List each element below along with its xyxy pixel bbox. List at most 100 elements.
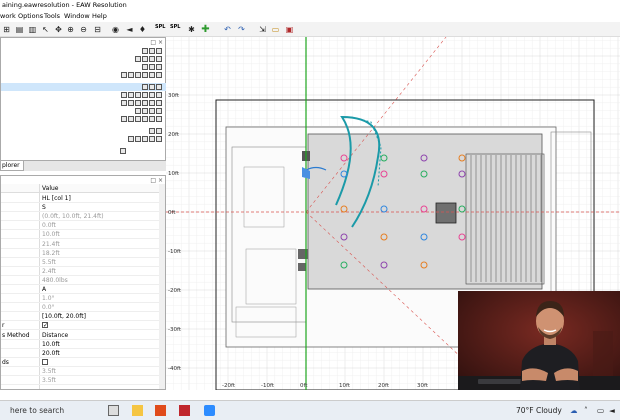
zoom-app-icon[interactable] <box>204 405 215 416</box>
volume-icon[interactable]: ◄ <box>609 404 615 418</box>
property-value[interactable]: 5.5ft <box>42 258 56 267</box>
redo-icon[interactable]: ↷ <box>236 24 247 35</box>
layout-icon[interactable]: ▥ <box>27 24 38 35</box>
property-row[interactable]: 18.2ft <box>1 249 161 258</box>
import-icon[interactable]: ⇲ <box>257 24 268 35</box>
property-value[interactable]: 21.4ft <box>42 240 60 249</box>
property-value[interactable]: 20.0ft <box>42 349 60 358</box>
y-tick-label: -10ft <box>168 249 182 255</box>
menu-help[interactable]: Help <box>92 11 107 22</box>
tree-row[interactable] <box>1 107 166 115</box>
tree-row[interactable] <box>1 147 166 155</box>
menu-window[interactable]: Window <box>64 11 90 22</box>
eaw-app-icon[interactable] <box>179 405 190 416</box>
weather-status[interactable]: 70°F Cloudy <box>516 404 562 418</box>
property-value[interactable]: 2.4ft <box>42 267 56 276</box>
y-tick-label: 30ft <box>168 93 180 99</box>
file-explorer-icon[interactable] <box>132 405 143 416</box>
property-value[interactable]: HL [col 1] <box>42 194 71 203</box>
onedrive-icon[interactable]: ☁ <box>570 404 578 418</box>
undo-icon[interactable]: ↶ <box>222 24 233 35</box>
tree-row[interactable] <box>1 71 166 79</box>
task-view-icon[interactable] <box>108 405 119 416</box>
powerpoint-icon[interactable] <box>155 405 166 416</box>
property-row[interactable]: A <box>1 285 161 295</box>
property-value[interactable]: 480.0lbs <box>42 276 68 285</box>
y-tick-label: 20ft <box>168 132 180 138</box>
property-row[interactable]: r ✓ <box>1 321 161 331</box>
speaker-icon[interactable]: ◄ <box>124 24 135 35</box>
spl-map-button[interactable]: SPL <box>170 25 180 30</box>
save-icon[interactable]: ▣ <box>284 24 295 35</box>
property-value[interactable]: S <box>42 203 46 212</box>
property-row[interactable]: 0.0ft <box>1 221 161 231</box>
add-icon[interactable]: ✚ <box>200 24 211 35</box>
property-row[interactable]: s Method Distance <box>1 331 161 340</box>
open-folder-icon[interactable]: ▭ <box>270 24 281 35</box>
property-row[interactable]: (0.0ft, 10.0ft, 21.4ft) <box>1 212 161 222</box>
menu-network[interactable]: work <box>0 11 16 22</box>
tree-row[interactable] <box>1 55 166 63</box>
property-checkbox[interactable] <box>42 358 48 365</box>
property-row[interactable]: 10.0ft <box>1 230 161 240</box>
tree-row[interactable] <box>1 63 166 71</box>
property-row[interactable]: 5.5ft <box>1 258 161 267</box>
property-row[interactable]: 21.4ft <box>1 240 161 249</box>
pointer-icon[interactable]: ↖ <box>40 24 51 35</box>
tree-row[interactable] <box>1 135 166 143</box>
properties-scrollbar[interactable] <box>159 184 165 389</box>
property-row[interactable]: HL [col 1] <box>1 194 161 204</box>
property-row[interactable]: 3.5ft <box>1 367 161 376</box>
property-value[interactable]: Distance <box>42 331 68 340</box>
properties-header: Value <box>1 184 161 193</box>
zoom-out-icon[interactable]: ⊖ <box>78 24 89 35</box>
panel-controls[interactable]: □ × <box>150 39 163 46</box>
tree-row[interactable] <box>1 115 166 123</box>
pan-icon[interactable]: ✥ <box>53 24 64 35</box>
tree-row[interactable] <box>1 99 166 107</box>
menu-tools[interactable]: Tools <box>44 11 60 22</box>
window-title: aining.eawresolution - EAW Resolution <box>2 1 127 9</box>
network-icon[interactable]: ▭ <box>597 404 604 418</box>
view-icon[interactable]: ◉ <box>110 24 121 35</box>
property-row[interactable]: 2.4ft <box>1 267 161 276</box>
tray-chevron-icon[interactable]: ˄ <box>584 404 588 418</box>
microphone-icon[interactable]: ♦ <box>137 24 148 35</box>
property-value[interactable]: 3.5ft <box>42 376 56 385</box>
property-value[interactable]: 0.0ft <box>42 221 56 230</box>
property-value[interactable]: 3.5ft <box>42 367 56 376</box>
spl-button[interactable]: SPL <box>155 25 165 30</box>
property-value[interactable]: 10.0ft <box>42 230 60 239</box>
property-value[interactable]: 1.0° <box>42 294 55 303</box>
menu-options[interactable]: Options <box>18 11 43 22</box>
prediction-icon[interactable]: ✱ <box>186 24 197 35</box>
property-row[interactable]: 20.0ft <box>1 349 161 358</box>
tree-row[interactable] <box>1 47 166 55</box>
tab-explorer[interactable]: plorer <box>0 161 24 171</box>
property-row[interactable]: 1.0° <box>1 294 161 304</box>
panel-controls[interactable]: □ × <box>150 177 163 184</box>
property-name: s Method <box>2 331 30 339</box>
property-row[interactable]: 0.0° <box>1 303 161 313</box>
property-checkbox[interactable]: ✓ <box>42 322 48 329</box>
property-value[interactable]: A <box>42 285 46 294</box>
taskbar-search[interactable]: here to search <box>10 404 98 418</box>
tree-row[interactable] <box>1 91 166 99</box>
tree-row[interactable] <box>1 127 166 135</box>
property-row[interactable]: 10.0ft <box>1 340 161 349</box>
tree-row-selected[interactable] <box>1 83 166 91</box>
grid-icon[interactable]: ⊞ <box>1 24 12 35</box>
property-row[interactable]: ds <box>1 358 161 367</box>
property-row[interactable]: 480.0lbs <box>1 276 161 285</box>
property-value[interactable]: 10.0ft <box>42 340 60 349</box>
chart-icon[interactable]: ▤ <box>14 24 25 35</box>
property-row[interactable]: 3.5ft <box>1 376 161 386</box>
property-value[interactable]: 18.2ft <box>42 249 60 258</box>
property-value[interactable]: [10.0ft, 20.0ft] <box>42 312 86 321</box>
zoom-in-icon[interactable]: ⊕ <box>65 24 76 35</box>
property-row[interactable]: [10.0ft, 20.0ft] <box>1 312 161 322</box>
property-value[interactable]: (0.0ft, 10.0ft, 21.4ft) <box>42 212 104 221</box>
property-row[interactable]: S <box>1 203 161 213</box>
zoom-fit-icon[interactable]: ⊟ <box>92 24 103 35</box>
property-value[interactable]: 0.0° <box>42 303 55 312</box>
